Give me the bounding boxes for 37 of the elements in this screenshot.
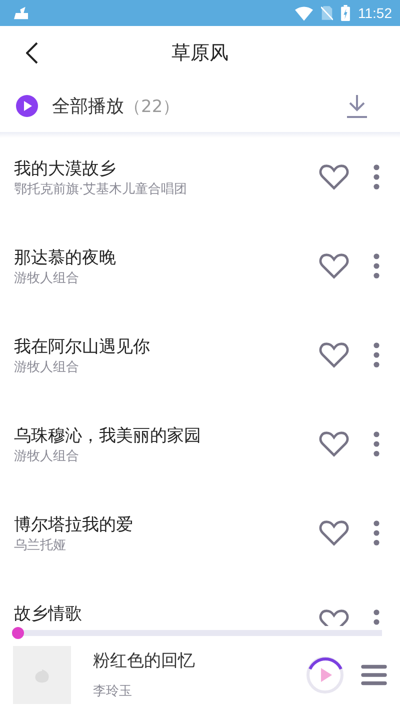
wifi-icon — [295, 6, 313, 20]
back-icon[interactable] — [26, 42, 38, 64]
song-title[interactable]: 我的大漠故乡 — [14, 157, 319, 181]
progress-thumb[interactable] — [12, 627, 24, 639]
song-title[interactable]: 我在阿尔山遇见你 — [14, 335, 319, 359]
heart-icon[interactable] — [319, 253, 349, 279]
more-icon[interactable] — [373, 341, 380, 369]
play-button-icon[interactable] — [305, 654, 345, 694]
heart-icon[interactable] — [319, 520, 349, 546]
heart-icon[interactable] — [319, 164, 349, 190]
song-title[interactable]: 乌珠穆沁，我美丽的家园 — [14, 424, 319, 448]
more-icon[interactable] — [373, 252, 380, 280]
heart-icon[interactable] — [319, 342, 349, 368]
progress-track[interactable] — [12, 627, 382, 639]
no-sim-icon — [321, 5, 333, 21]
song-artist: 游牧人组合 — [14, 270, 80, 288]
song-title[interactable]: 那达慕的夜晚 — [14, 246, 319, 270]
play-all-label[interactable]: 全部播放 — [52, 94, 124, 118]
song-count: （22） — [124, 96, 180, 118]
now-playing-title: 粉红色的回忆 — [93, 650, 196, 672]
now-playing-artist: 李玲玉 — [93, 683, 133, 700]
song-title[interactable]: 博尔塔拉我的爱 — [14, 513, 319, 537]
download-icon[interactable] — [346, 94, 368, 118]
playlist-icon[interactable] — [361, 664, 387, 686]
battery-charging-icon — [341, 5, 350, 21]
more-icon[interactable] — [373, 430, 380, 458]
song-artist: 游牧人组合 — [14, 359, 80, 377]
play-icon[interactable] — [16, 95, 38, 117]
song-artist: 鄂托克前旗·艾基木儿童合唱团 — [14, 181, 188, 199]
page-title: 草原风 — [172, 41, 228, 66]
more-icon[interactable] — [373, 163, 380, 191]
song-title[interactable]: 故乡情歌 — [14, 602, 319, 626]
status-time: 11:52 — [358, 5, 392, 21]
song-artist: 乌兰托娅 — [14, 537, 67, 555]
more-icon[interactable] — [373, 519, 380, 547]
heart-icon[interactable] — [319, 431, 349, 457]
song-artist: 游牧人组合 — [14, 448, 80, 466]
